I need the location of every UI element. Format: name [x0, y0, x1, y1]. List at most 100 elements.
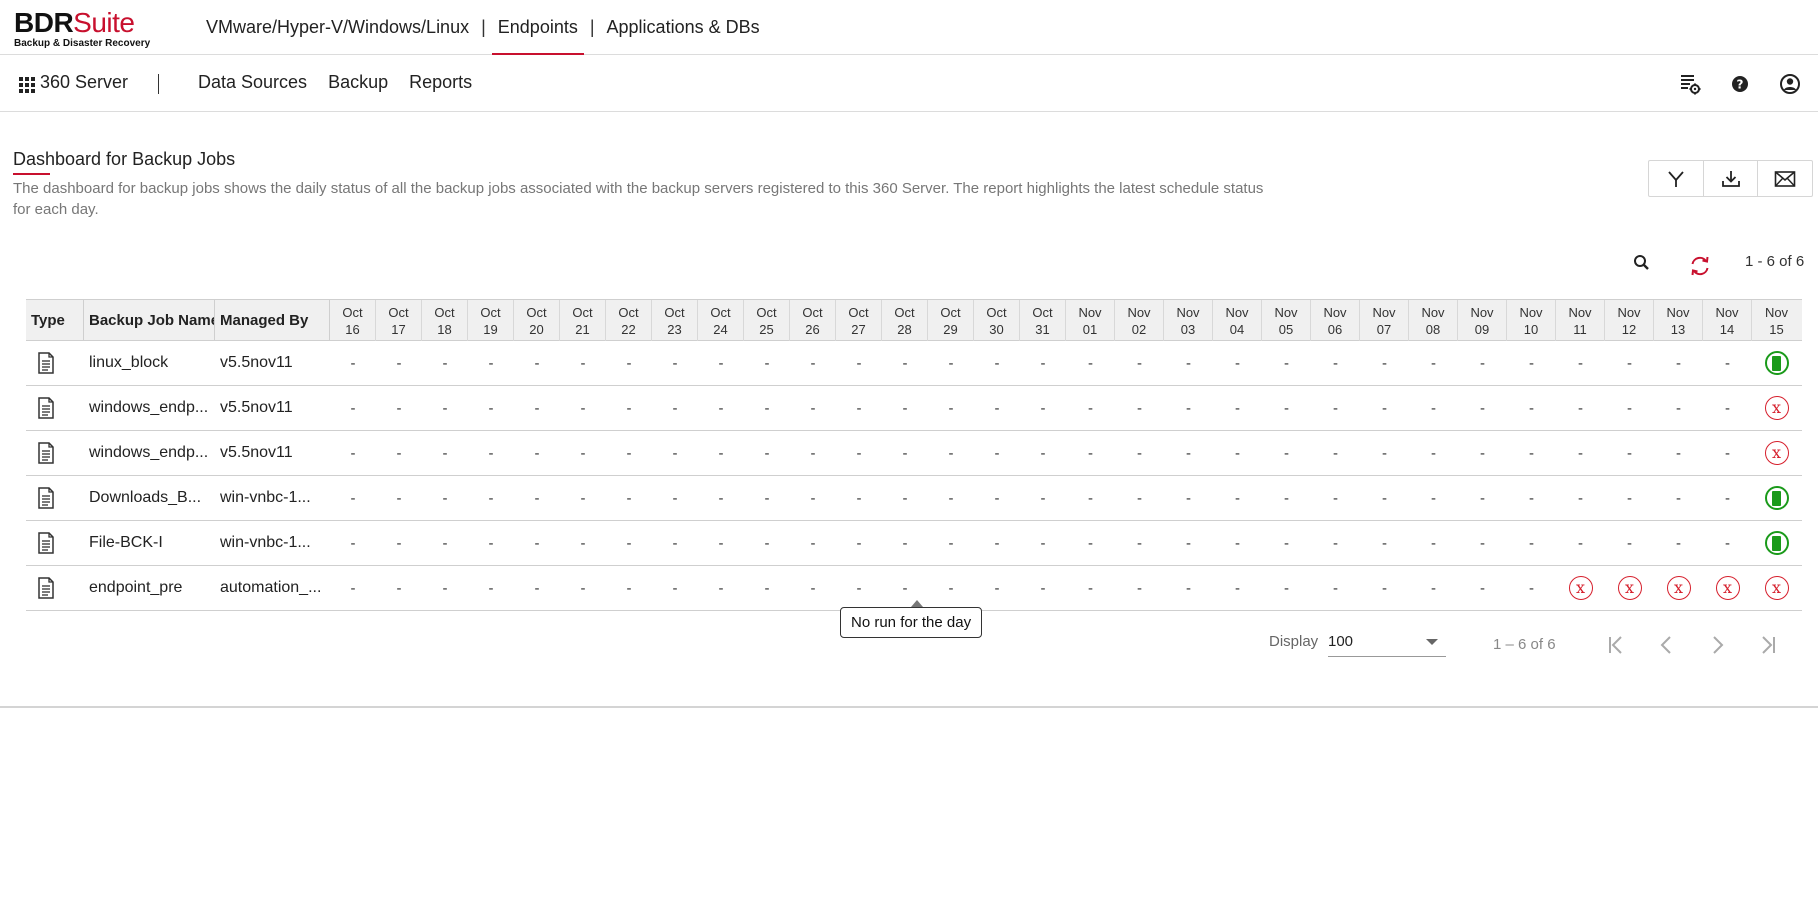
no-run-cell[interactable]: - — [330, 476, 376, 521]
failed-status-icon[interactable]: x — [1715, 576, 1740, 600]
no-run-cell[interactable]: - — [1458, 386, 1507, 431]
no-run-cell[interactable]: - — [1066, 431, 1115, 476]
no-run-cell[interactable]: - — [1213, 566, 1262, 611]
no-run-cell[interactable]: - — [790, 566, 836, 611]
nav-reports[interactable]: Reports — [409, 72, 472, 93]
no-run-cell[interactable]: - — [330, 431, 376, 476]
filter-icon[interactable] — [1649, 161, 1704, 196]
no-run-cell[interactable]: - — [1360, 386, 1409, 431]
no-run-cell[interactable]: - — [514, 521, 560, 566]
no-run-cell[interactable]: - — [1020, 566, 1066, 611]
page-size-select[interactable]: 100 — [1328, 629, 1446, 657]
no-run-cell[interactable]: - — [376, 431, 422, 476]
no-run-cell[interactable]: - — [514, 431, 560, 476]
no-run-cell[interactable]: - — [1115, 566, 1164, 611]
no-run-cell[interactable]: - — [1020, 386, 1066, 431]
no-run-cell[interactable]: - — [928, 476, 974, 521]
server-name[interactable]: 360 Server — [40, 72, 128, 93]
no-run-cell[interactable]: - — [974, 431, 1020, 476]
no-run-cell[interactable]: - — [790, 341, 836, 386]
no-run-cell[interactable]: - — [790, 386, 836, 431]
no-run-cell[interactable]: - — [1507, 431, 1556, 476]
no-run-cell[interactable]: - — [1458, 431, 1507, 476]
no-run-cell[interactable]: - — [698, 386, 744, 431]
no-run-cell[interactable]: - — [698, 341, 744, 386]
no-run-cell[interactable]: - — [836, 341, 882, 386]
no-run-cell[interactable]: - — [1066, 566, 1115, 611]
no-run-cell[interactable]: - — [744, 431, 790, 476]
no-run-cell[interactable]: - — [606, 386, 652, 431]
job-name-cell[interactable]: Downloads_B... — [84, 476, 215, 521]
no-run-cell[interactable]: - — [1066, 386, 1115, 431]
no-run-cell[interactable]: - — [974, 476, 1020, 521]
no-run-cell[interactable]: - — [376, 566, 422, 611]
no-run-cell[interactable]: - — [974, 341, 1020, 386]
no-run-cell[interactable]: - — [560, 341, 606, 386]
no-run-cell[interactable]: - — [1020, 341, 1066, 386]
no-run-cell[interactable]: - — [698, 476, 744, 521]
no-run-cell[interactable]: - — [330, 386, 376, 431]
no-run-cell[interactable]: - — [1115, 476, 1164, 521]
no-run-cell[interactable]: - — [468, 521, 514, 566]
column-header-managed-by[interactable]: Managed By — [215, 300, 330, 341]
first-page-icon[interactable] — [1603, 631, 1631, 659]
no-run-cell[interactable]: - — [376, 521, 422, 566]
table-row[interactable]: windows_endp... v5.5nov11- - - - - - - - - - - - - - - -… — [26, 386, 1802, 431]
no-run-cell[interactable]: - — [1507, 341, 1556, 386]
no-run-cell[interactable]: - — [1164, 521, 1213, 566]
column-header-job-name[interactable]: Backup Job Name — [84, 300, 215, 341]
last-page-icon[interactable] — [1753, 631, 1781, 659]
failed-status-icon[interactable]: x — [1764, 441, 1789, 465]
no-run-cell[interactable]: - — [836, 386, 882, 431]
no-run-cell[interactable]: - — [1409, 386, 1458, 431]
no-run-cell[interactable]: - — [1556, 341, 1605, 386]
no-run-cell[interactable]: - — [1507, 521, 1556, 566]
no-run-cell[interactable]: - — [1164, 341, 1213, 386]
job-name-cell[interactable]: endpoint_pre — [84, 566, 215, 611]
no-run-cell[interactable]: - — [1066, 476, 1115, 521]
no-run-cell[interactable]: - — [606, 341, 652, 386]
no-run-cell[interactable]: - — [1654, 431, 1703, 476]
no-run-cell[interactable]: - — [1360, 566, 1409, 611]
failed-status-icon[interactable]: x — [1568, 576, 1593, 600]
no-run-cell[interactable]: - — [422, 386, 468, 431]
no-run-cell[interactable]: - — [1556, 521, 1605, 566]
help-icon[interactable]: ? — [1726, 70, 1754, 98]
no-run-cell[interactable]: - — [1458, 566, 1507, 611]
no-run-cell[interactable]: - — [1703, 386, 1752, 431]
no-run-cell[interactable]: - — [744, 341, 790, 386]
no-run-cell[interactable]: - — [882, 341, 928, 386]
no-run-cell[interactable]: - — [1164, 566, 1213, 611]
refresh-icon[interactable] — [1688, 254, 1712, 278]
column-header-type[interactable]: Type — [26, 300, 84, 341]
no-run-cell[interactable]: - — [1213, 431, 1262, 476]
no-run-cell[interactable]: - — [1605, 341, 1654, 386]
no-run-cell[interactable]: - — [376, 386, 422, 431]
nav-data-sources[interactable]: Data Sources — [198, 72, 307, 93]
no-run-cell[interactable]: - — [468, 431, 514, 476]
no-run-cell[interactable]: - — [514, 341, 560, 386]
no-run-cell[interactable]: - — [974, 386, 1020, 431]
no-run-cell[interactable]: - — [1311, 341, 1360, 386]
no-run-cell[interactable]: - — [1409, 476, 1458, 521]
no-run-cell[interactable]: - — [422, 431, 468, 476]
no-run-cell[interactable]: - — [698, 521, 744, 566]
success-status-icon[interactable] — [1764, 531, 1789, 555]
no-run-cell[interactable]: - — [1213, 476, 1262, 521]
no-run-cell[interactable]: - — [1409, 341, 1458, 386]
no-run-cell[interactable]: - — [836, 566, 882, 611]
no-run-cell[interactable]: - — [928, 386, 974, 431]
no-run-cell[interactable]: - — [606, 521, 652, 566]
app-grid-icon[interactable] — [19, 77, 35, 93]
job-name-cell[interactable]: windows_endp... — [84, 431, 215, 476]
no-run-cell[interactable]: - — [1020, 521, 1066, 566]
failed-status-icon[interactable]: x — [1617, 576, 1642, 600]
no-run-cell[interactable]: - — [652, 476, 698, 521]
no-run-cell[interactable]: - — [1311, 566, 1360, 611]
email-icon[interactable] — [1758, 161, 1812, 196]
no-run-cell[interactable]: - — [1556, 386, 1605, 431]
job-name-cell[interactable]: windows_endp... — [84, 386, 215, 431]
user-account-icon[interactable] — [1776, 70, 1804, 98]
no-run-cell[interactable]: - — [1556, 476, 1605, 521]
no-run-cell[interactable]: - — [422, 341, 468, 386]
